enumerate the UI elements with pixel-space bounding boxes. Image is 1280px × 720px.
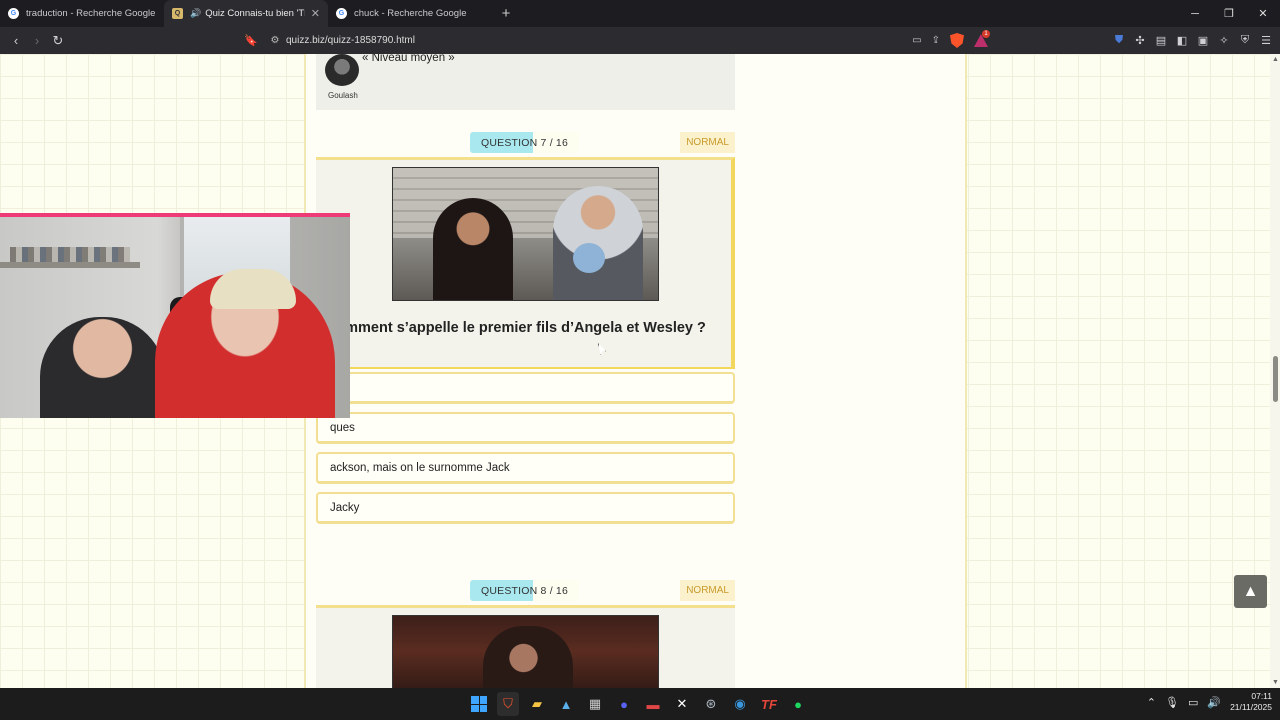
vpn-icon[interactable]: ⛨ [1237, 31, 1253, 49]
bookmark-icon[interactable]: 🔖 [244, 34, 264, 47]
site-settings-icon[interactable]: ⚙ [264, 35, 286, 46]
forward-icon[interactable]: › [27, 31, 47, 51]
extensions-area: ⛊ ✣ ▤ ◧ ▣ ✧ ⛨ ☰ [1111, 31, 1274, 49]
scroll-to-top-button[interactable]: ▲ [1234, 575, 1267, 608]
google-icon: G [8, 8, 19, 19]
webcam-shelf [0, 262, 140, 268]
webcam-person-hair [210, 269, 296, 309]
page-scrollbar[interactable]: ▲ ▼ [1270, 54, 1280, 688]
bitwarden-icon[interactable]: ⛊ [1111, 31, 1127, 49]
speaker-icon[interactable]: 🔊 [190, 8, 201, 19]
windows-taskbar: ⛉ ▰ ▲ ▦ ● ▬ ✕ ⊛ ◉ TF ● ⌃ 🎙 ▭ 🔊 07:11 21/… [0, 688, 1280, 720]
windows-icon [471, 696, 487, 712]
notification-badge: 1 [982, 30, 990, 38]
author-level: « Niveau moyen » [362, 54, 455, 64]
tab-strip: G traduction - Recherche Google Q 🔊 Quiz… [0, 0, 1280, 27]
tab-title: traduction - Recherche Google [26, 8, 156, 19]
question-header: QUESTION 8 / 16 NORMAL [316, 580, 735, 602]
network-icon[interactable]: ▭ [1188, 696, 1198, 709]
cast-icon[interactable]: ▭ [912, 35, 921, 46]
minimize-icon[interactable]: ─ [1178, 0, 1212, 27]
clock-date: 21/11/2025 [1230, 702, 1272, 712]
browser-toolbar: ‹ › ↻ 🔖 ⚙ quizz.biz/quizz-1858790.html ▭… [0, 27, 1280, 54]
question-image [392, 615, 659, 688]
extensions-icon[interactable]: ✣ [1132, 31, 1148, 49]
photo-figures [483, 626, 573, 688]
restore-icon[interactable]: ❐ [1212, 0, 1246, 27]
webcam-person-left [40, 317, 165, 418]
photos-icon[interactable]: ▲ [555, 692, 577, 716]
discord-icon[interactable]: ● [613, 692, 635, 716]
steam-icon[interactable]: ⊛ [700, 692, 722, 716]
difficulty-badge: NORMAL [680, 580, 735, 601]
question-card: mment s’appelle le premier fils d’Angela… [316, 157, 735, 369]
system-tray: ⌃ 🎙 ▭ 🔊 07:11 21/11/2025 [1147, 691, 1272, 713]
capcut-icon[interactable]: ✕ [671, 692, 693, 716]
avatar[interactable] [325, 54, 359, 86]
answer-option[interactable]: ackson, mais on le surnomme Jack [316, 452, 735, 484]
taskbar-apps: ⛉ ▰ ▲ ▦ ● ▬ ✕ ⊛ ◉ TF ● [468, 692, 809, 716]
stream-app-icon[interactable]: ▬ [642, 692, 664, 716]
close-tab-icon[interactable]: ✕ [311, 7, 320, 20]
close-window-icon[interactable]: ✕ [1246, 0, 1280, 27]
answer-option[interactable]: Jacky [316, 492, 735, 524]
microphone-icon[interactable]: 🎙 [1165, 696, 1179, 709]
difficulty-badge: NORMAL [680, 132, 735, 153]
question-image [392, 167, 659, 301]
question-counter: QUESTION 7 / 16 [470, 132, 579, 153]
question-card [316, 605, 735, 688]
scroll-down-icon[interactable]: ▼ [1272, 679, 1279, 686]
file-explorer-icon[interactable]: ▰ [526, 692, 548, 716]
photo-person-left [433, 198, 513, 300]
author-name[interactable]: Goulash [328, 91, 358, 100]
answer-option[interactable]: k [316, 372, 735, 404]
brave-shield-icon[interactable] [950, 33, 964, 48]
chevron-up-icon[interactable]: ⌃ [1147, 696, 1156, 709]
sidebar-icon[interactable]: ◧ [1174, 31, 1190, 49]
google-icon: G [336, 8, 347, 19]
question-counter: QUESTION 8 / 16 [470, 580, 579, 601]
answer-option[interactable]: ques [316, 412, 735, 444]
store-icon[interactable]: ▦ [584, 692, 606, 716]
menu-icon[interactable]: ☰ [1258, 31, 1274, 49]
reload-icon[interactable]: ↻ [48, 31, 68, 51]
photo-baby [573, 243, 605, 273]
window-controls: ─ ❐ ✕ [1178, 0, 1280, 27]
wallet-card-icon[interactable]: ▣ [1195, 31, 1211, 49]
spotify-icon[interactable]: ● [787, 692, 809, 716]
brave-rewards-button[interactable]: 1 [974, 30, 990, 47]
new-tab-button[interactable]: + [492, 0, 520, 27]
brave-browser-icon[interactable]: ⛉ [497, 692, 519, 716]
back-icon[interactable]: ‹ [6, 31, 26, 51]
question-header: QUESTION 7 / 16 NORMAL [316, 132, 735, 154]
arrow-up-icon: ▲ [1242, 582, 1259, 600]
tab-traduction[interactable]: G traduction - Recherche Google [0, 0, 164, 27]
photo-person-right [553, 186, 643, 300]
tab-quiz[interactable]: Q 🔊 Quiz Connais-tu bien 'The Ro ✕ [164, 0, 328, 27]
volume-icon[interactable]: 🔊 [1207, 696, 1221, 709]
share-icon[interactable]: ⇪ [932, 35, 940, 46]
tab-title: chuck - Recherche Google [354, 8, 467, 19]
clock-time: 07:11 [1251, 691, 1272, 701]
tf-app-icon[interactable]: TF [758, 692, 780, 716]
webcam-overlay [0, 213, 350, 418]
address-bar[interactable]: 🔖 ⚙ quizz.biz/quizz-1858790.html ▭ ⇪ 1 [244, 30, 996, 51]
scroll-up-icon[interactable]: ▲ [1272, 56, 1279, 63]
author-box: Goulash « Niveau moyen » [316, 54, 735, 110]
tab-title: Quiz Connais-tu bien 'The Ro [205, 8, 305, 19]
scrollbar-thumb[interactable] [1273, 356, 1278, 402]
question-text: mment s’appelle le premier fils d’Angela… [345, 320, 706, 336]
start-button[interactable] [468, 692, 490, 716]
tab-chuck[interactable]: G chuck - Recherche Google [328, 0, 492, 27]
quizz-icon: Q [172, 8, 183, 19]
leo-ai-icon[interactable]: ✧ [1216, 31, 1232, 49]
url-text[interactable]: quizz.biz/quizz-1858790.html [286, 35, 912, 46]
wallet-icon[interactable]: ▤ [1153, 31, 1169, 49]
clock[interactable]: 07:11 21/11/2025 [1230, 691, 1272, 713]
edge-icon[interactable]: ◉ [729, 692, 751, 716]
webcam-shelf-items [10, 247, 130, 263]
